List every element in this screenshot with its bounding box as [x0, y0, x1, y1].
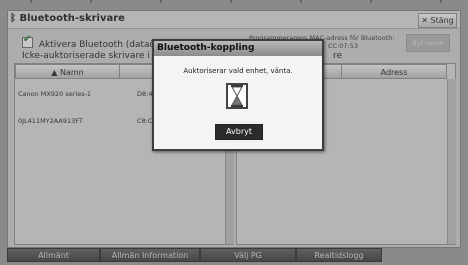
hourglass-icon — [226, 83, 248, 109]
cancel-button[interactable]: Avbryt — [215, 124, 263, 140]
dialog-title: Bluetooth-koppling — [154, 41, 322, 56]
hourglass-icon-graphic — [231, 85, 243, 107]
dialog-message: Auktoriserar vald enhet, vänta. — [183, 67, 293, 75]
bluetooth-pairing-dialog: Bluetooth-koppling Auktoriserar vald enh… — [152, 39, 324, 151]
